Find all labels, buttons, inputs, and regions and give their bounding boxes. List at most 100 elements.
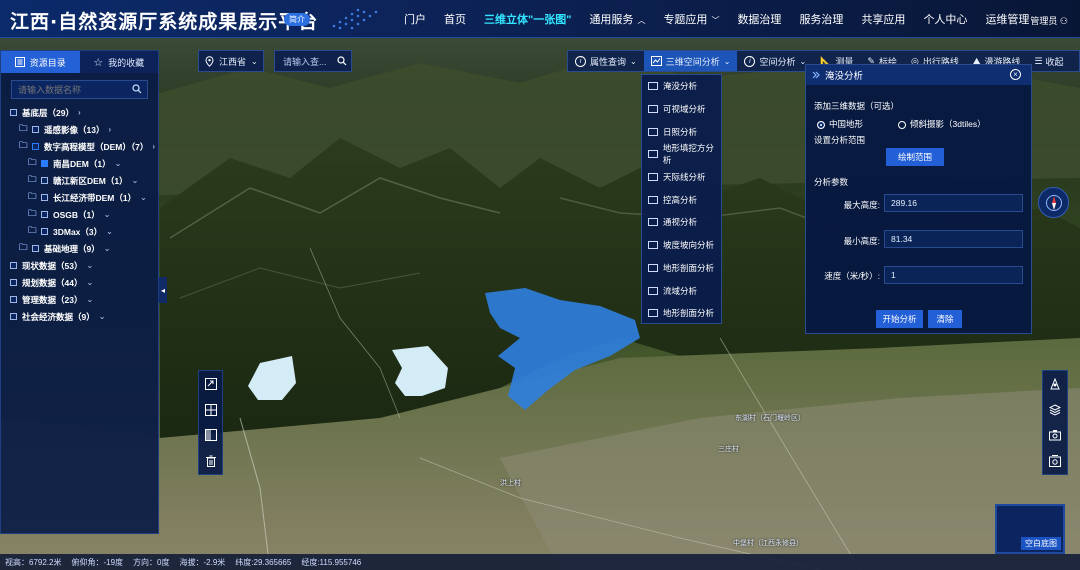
- tree-node[interactable]: 🗀 赣江新区DEM（1） ⌄: [7, 172, 158, 189]
- clear-button[interactable]: 清除: [928, 310, 962, 328]
- screenshot-icon[interactable]: [1049, 455, 1061, 468]
- chevron-down-icon[interactable]: ⌄: [115, 159, 122, 168]
- folder-icon: 🗀: [19, 241, 28, 252]
- tree-node[interactable]: 🗀 3DMax（3） ⌄: [7, 223, 158, 240]
- measure-area-icon[interactable]: [1049, 377, 1061, 390]
- radio-oblique-photo[interactable]: 倾斜摄影（3dtiles）: [898, 118, 986, 130]
- menu-item-line-of-sight-analysis[interactable]: 通视分析: [642, 211, 721, 234]
- tree-node-label: 规划数据（44）: [22, 277, 83, 288]
- chevron-down-icon[interactable]: ⌄: [86, 278, 93, 287]
- tree-checkbox-checked[interactable]: [41, 160, 48, 167]
- tree-node[interactable]: 🗀 遥感影像（13） ›: [7, 121, 158, 138]
- tree-checkbox[interactable]: [32, 126, 39, 133]
- chevron-right-icon[interactable]: ›: [78, 108, 81, 117]
- chevron-right-icon[interactable]: ›: [108, 125, 111, 134]
- chevron-right-icon[interactable]: ›: [152, 142, 155, 151]
- menu-item-flood-analysis[interactable]: 淹没分析: [642, 75, 721, 98]
- chevron-down-icon[interactable]: ⌄: [104, 210, 111, 219]
- radio-button-selected[interactable]: [817, 120, 825, 129]
- menu-item-skyline-analysis[interactable]: 天际线分析: [642, 166, 721, 189]
- tree-node[interactable]: 🗀 数字高程模型（DEM）（7） ›: [7, 138, 158, 155]
- basemap-switcher[interactable]: 空白底图: [995, 504, 1065, 554]
- tree-node[interactable]: 社会经济数据（9） ⌄: [7, 308, 158, 325]
- tree-checkbox[interactable]: [41, 228, 48, 235]
- chevron-down-icon[interactable]: ⌄: [106, 227, 113, 236]
- menu-item-sunlight-analysis[interactable]: 日照分析: [642, 120, 721, 143]
- menu-item-viewshed-analysis[interactable]: 可视域分析: [642, 98, 721, 121]
- menu-item-slope-aspect-analysis[interactable]: 坡度坡向分析: [642, 234, 721, 257]
- menu-item-height-control-analysis[interactable]: 控高分析: [642, 188, 721, 211]
- user-menu[interactable]: 管理员 ⚇: [1030, 14, 1068, 27]
- menu-item-terrain-profile-analysis-2[interactable]: 地形剖面分析: [642, 302, 721, 325]
- close-icon[interactable]: ×: [1010, 69, 1021, 80]
- trash-icon[interactable]: [205, 455, 217, 468]
- status-heading: 方向：0度: [133, 557, 170, 567]
- tree-checkbox[interactable]: [10, 279, 17, 286]
- menu-item-watershed-analysis[interactable]: 流域分析: [642, 279, 721, 302]
- camera-icon[interactable]: [1049, 429, 1061, 441]
- chevron-down-icon[interactable]: ⌄: [86, 261, 93, 270]
- draw-range-button[interactable]: 绘制范围: [886, 148, 944, 166]
- tree-node[interactable]: 🗀 基础地理（9） ⌄: [7, 240, 158, 257]
- chevron-down-icon[interactable]: ⌄: [140, 193, 147, 202]
- tree-checkbox[interactable]: [41, 194, 48, 201]
- tree-checkbox[interactable]: [10, 296, 17, 303]
- tree-checkbox[interactable]: [10, 262, 17, 269]
- image-icon: [648, 82, 658, 91]
- tree-node[interactable]: 基底层（29） ›: [7, 104, 158, 121]
- collapse-panel-button[interactable]: ◂: [159, 277, 167, 303]
- toolbar-attribute-query[interactable]: i 属性查询 ⌄: [568, 51, 644, 71]
- chevron-down-icon[interactable]: ⌄: [86, 295, 93, 304]
- nav-personal-center[interactable]: 个人中心: [923, 11, 967, 27]
- radio-button[interactable]: [898, 120, 906, 129]
- expand-icon[interactable]: [204, 377, 217, 390]
- start-analysis-button[interactable]: 开始分析: [876, 310, 923, 328]
- toolbar-spatial-analysis[interactable]: i 空间分析 ⌄: [737, 51, 813, 71]
- chevron-down-icon[interactable]: ⌄: [104, 244, 111, 253]
- tree-node-label: 现状数据（53）: [22, 260, 83, 271]
- tree-node[interactable]: 管理数据（23） ⌄: [7, 291, 158, 308]
- nav-ops-management[interactable]: 运维管理: [985, 11, 1029, 27]
- tree-checkbox[interactable]: [10, 109, 17, 116]
- compare-icon[interactable]: [204, 429, 217, 442]
- tree-checkbox-partial[interactable]: [32, 143, 39, 150]
- tab-resource-catalog[interactable]: 资源目录: [1, 51, 80, 73]
- speed-input[interactable]: 1: [884, 266, 1023, 284]
- nav-portal[interactable]: 门户: [404, 11, 426, 27]
- search-icon[interactable]: [336, 56, 347, 66]
- nav-home[interactable]: 首页: [444, 11, 466, 27]
- tree-checkbox[interactable]: [32, 245, 39, 252]
- min-height-input[interactable]: 81.34: [884, 230, 1023, 248]
- catalog-search-input[interactable]: [12, 81, 147, 98]
- radio-china-terrain[interactable]: 中国地形: [817, 118, 863, 130]
- tab-my-favorites[interactable]: ☆ 我的收藏: [79, 51, 158, 73]
- tree-node[interactable]: 🗀 南昌DEM（1） ⌄: [7, 155, 158, 172]
- nav-service-governance[interactable]: 服务治理: [799, 11, 843, 27]
- nav-3d-map[interactable]: 三维立体"一张图": [484, 11, 571, 27]
- toolbar-3d-spatial-analysis[interactable]: 三维空间分析 ⌄: [643, 51, 738, 71]
- nav-general-services[interactable]: 通用服务 ︿: [589, 11, 645, 27]
- tree-node[interactable]: 规划数据（44） ⌄: [7, 274, 158, 291]
- nav-data-governance[interactable]: 数据治理: [737, 11, 781, 27]
- chevron-down-icon[interactable]: ⌄: [132, 176, 139, 185]
- tree-checkbox[interactable]: [10, 313, 17, 320]
- tree-node[interactable]: 🗀 长江经济带DEM（1） ⌄: [7, 189, 158, 206]
- menu-item-cut-fill-analysis[interactable]: 地形填挖方分析: [642, 143, 721, 166]
- tree-checkbox[interactable]: [41, 177, 48, 184]
- tree-checkbox[interactable]: [41, 211, 48, 218]
- intro-badge[interactable]: 简介: [284, 13, 310, 26]
- compass-widget[interactable]: [1038, 187, 1069, 218]
- grid-split-icon[interactable]: [204, 403, 217, 416]
- nav-shared-apps[interactable]: 共享应用: [861, 11, 905, 27]
- tree-node[interactable]: 现状数据（53） ⌄: [7, 257, 158, 274]
- region-select[interactable]: 江西省 ⌄: [198, 50, 264, 72]
- menu-item-terrain-profile-analysis[interactable]: 地形剖面分析: [642, 257, 721, 280]
- nav-thematic-apps[interactable]: 专题应用 ﹀: [663, 11, 719, 27]
- tree-node[interactable]: 🗀 OSGB（1） ⌄: [7, 206, 158, 223]
- layers-icon[interactable]: [1049, 404, 1061, 416]
- place-search-box[interactable]: 请输入查...: [274, 50, 352, 72]
- search-icon[interactable]: [132, 84, 142, 94]
- max-height-input[interactable]: 289.16: [884, 194, 1023, 212]
- toolbar-collapse[interactable]: ☰ 收起: [1027, 51, 1070, 71]
- chevron-down-icon[interactable]: ⌄: [99, 312, 106, 321]
